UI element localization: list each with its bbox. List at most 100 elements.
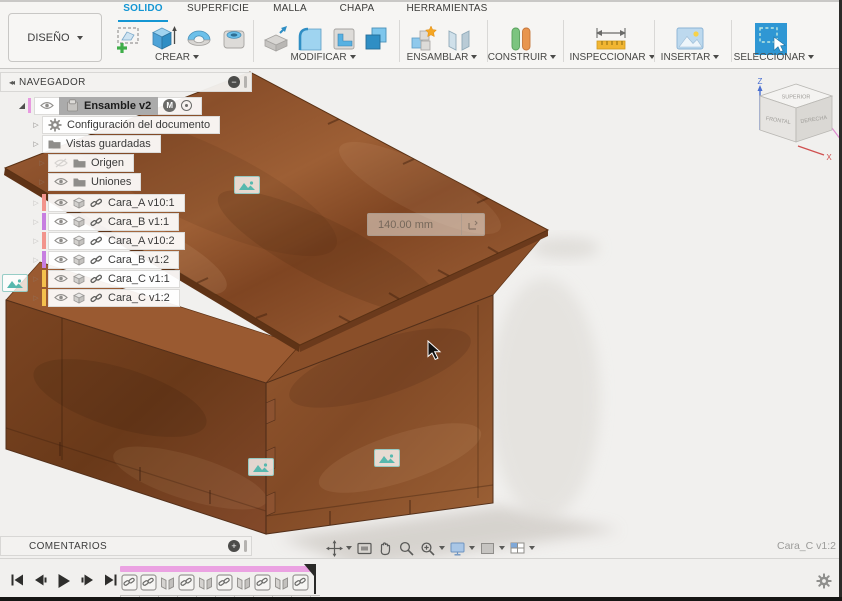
create-sketch-button[interactable] [113,24,143,54]
component-label[interactable]: Cara_A v10:2 [108,235,175,247]
panel-drag-handle[interactable] [244,76,247,88]
dimension-value[interactable]: 140.00 mm [368,214,461,235]
timeline-component-link-icon[interactable] [140,574,157,591]
navigator-component-row[interactable]: ▷ Cara_C v1:2 [30,288,185,307]
timeline-component-link-icon[interactable] [121,574,138,591]
timeline-playhead[interactable] [314,564,316,594]
visibility-eye-icon[interactable] [54,198,68,207]
group-label-seleccionar[interactable]: SELECCIONAR [732,52,816,64]
collapse-tree-icon[interactable]: ◢ [16,101,28,110]
fit-tool-icon[interactable] [419,540,445,557]
panel-drag-handle[interactable] [244,540,247,552]
component-label[interactable]: Cara_A v10:1 [108,197,175,209]
joint-button[interactable] [444,24,474,54]
activate-component-radio[interactable] [181,100,193,111]
group-label-inspeccionar[interactable]: INSPECCIONAR [568,52,656,64]
visibility-eye-icon[interactable] [54,217,68,226]
joints-folder-label[interactable]: Uniones [91,176,131,188]
group-label-crear[interactable]: CREAR [142,52,212,64]
viewports-icon[interactable] [509,540,535,557]
measure-button[interactable] [594,24,628,54]
visibility-eye-icon[interactable] [54,177,68,186]
look-at-tool-icon[interactable] [356,540,373,557]
milestone-badge-icon[interactable]: M [163,99,177,112]
canvas-handle-icon[interactable] [234,176,260,194]
tab-chapa[interactable]: CHAPA [333,3,381,20]
navigator-component-row[interactable]: ▷ Cara_B v1:2 [30,250,185,269]
timeline-playhead-flag[interactable] [304,564,314,576]
navigator-component-row[interactable]: ▷ Cara_A v10:1 [30,193,185,212]
group-label-ensamblar[interactable]: ENSAMBLAR [405,52,479,64]
tab-herramientas[interactable]: HERRAMIENTAS [404,3,490,20]
timeline-step-forward-button[interactable] [80,573,95,587]
navigator-docsettings-row[interactable]: ▷ Configuración del documento [30,115,221,134]
expand-caret-icon[interactable]: ▷ [30,199,42,207]
group-label-construir[interactable]: CONSTRUIR [484,52,560,64]
fillet-button[interactable] [295,24,325,54]
press-pull-button[interactable] [261,24,291,54]
hole-button[interactable] [219,24,249,54]
component-label[interactable]: Cara_C v1:1 [108,273,170,285]
origin-label[interactable]: Origen [91,157,124,169]
dimension-input[interactable]: 140.00 mm [367,213,485,236]
dimension-flyout-icon[interactable] [461,214,484,235]
timeline-component-link-icon[interactable] [178,574,195,591]
tab-solido[interactable]: SOLIDO [118,3,168,22]
timeline-play-button[interactable] [56,573,72,589]
model-viewport[interactable]: Z X SUPERIOR FRONTAL DERECHA ◂◂ NAVEGADO… [0,68,842,558]
new-component-button[interactable] [408,24,438,54]
expand-caret-icon[interactable]: ▷ [30,294,42,302]
timeline-joint-icon[interactable] [197,574,214,591]
canvas-handle-icon[interactable] [2,274,28,292]
zoom-tool-icon[interactable] [398,540,415,557]
savedviews-label[interactable]: Vistas guardadas [66,138,151,150]
add-comment-icon[interactable]: + [228,540,240,552]
timeline-skip-end-button[interactable] [103,573,118,587]
timeline-gear-icon[interactable] [816,573,832,589]
revolve-button[interactable] [184,24,214,54]
collapse-panel-icon[interactable]: ◂◂ [9,78,15,87]
canvas-handle-icon[interactable] [374,449,400,467]
navigator-savedviews-row[interactable]: ▷ Vistas guardadas [30,134,161,153]
grid-settings-icon[interactable] [479,540,505,557]
timeline-component-link-icon[interactable] [216,574,233,591]
expand-caret-icon[interactable]: ▷ [30,256,42,264]
timeline-joint-icon[interactable] [235,574,252,591]
visibility-eye-icon[interactable] [54,255,68,264]
timeline-joint-icon[interactable] [273,574,290,591]
visibility-eye-icon[interactable] [54,293,68,302]
extrude-button[interactable] [148,24,178,54]
tab-malla[interactable]: MALLA [264,3,316,20]
comments-header[interactable]: COMENTARIOS + [0,536,252,556]
timeline-component-link-icon[interactable] [254,574,271,591]
timeline-skip-start-button[interactable] [10,573,25,587]
navigator-component-row[interactable]: ▷ Cara_C v1:1 [30,269,185,288]
timeline-joint-icon[interactable] [159,574,176,591]
shell-button[interactable] [329,24,359,54]
timeline-rollbar[interactable] [120,566,316,572]
pan-tool-icon[interactable] [377,540,394,557]
expand-caret-icon[interactable]: ▷ [30,237,42,245]
viewcube[interactable]: Z X SUPERIOR FRONTAL DERECHA [748,76,842,168]
panel-display-icon[interactable]: − [228,76,240,88]
timeline-step-back-button[interactable] [33,573,48,587]
orbit-tool-icon[interactable] [326,539,352,557]
root-document-label[interactable]: Ensamble v2 [84,100,151,112]
combine-button[interactable] [361,24,391,54]
docsettings-label[interactable]: Configuración del documento [67,119,210,131]
navigator-component-row[interactable]: ▷ Cara_A v10:2 [30,231,185,250]
component-label[interactable]: Cara_C v1:2 [108,292,170,304]
expand-caret-icon[interactable]: ▷ [36,178,48,186]
construction-plane-button[interactable] [506,24,536,54]
expand-caret-icon[interactable]: ▷ [30,218,42,226]
expand-caret-icon[interactable]: ▷ [30,121,42,129]
navigator-joints-row[interactable]: ▷ Uniones [36,172,142,191]
group-label-insertar[interactable]: INSERTAR [656,52,724,64]
navigator-origin-row[interactable]: ▷ Origen [36,153,135,172]
timeline-component-link-icon[interactable] [292,574,309,591]
design-mode-button[interactable]: DISEÑO [8,13,102,62]
display-settings-icon[interactable] [449,540,475,557]
visibility-eye-icon[interactable] [54,274,68,283]
expand-caret-icon[interactable]: ▷ [30,140,42,148]
component-label[interactable]: Cara_B v1:1 [108,216,169,228]
